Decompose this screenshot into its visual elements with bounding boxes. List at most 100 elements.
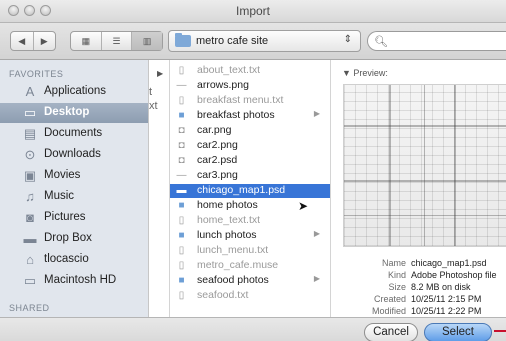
list-item[interactable]: ■ breakfast photos ▶ xyxy=(170,109,330,123)
hard-drive-icon: ▭ xyxy=(23,273,37,288)
info-value: 10/25/11 2:15 PM xyxy=(411,294,482,304)
mouse-cursor-icon: ➤ xyxy=(297,199,308,213)
list-item[interactable]: ■ home photos ➤ xyxy=(170,199,330,213)
applications-icon: A xyxy=(25,84,35,99)
disclosure-arrow-icon: ▶ xyxy=(313,109,320,118)
file-list-column: ▯ about_text.txt — arrows.png ▯ breakfas… xyxy=(170,60,331,317)
map-road xyxy=(424,85,425,246)
info-key: Size xyxy=(388,282,406,292)
folder-icon: ▬ xyxy=(23,231,37,246)
image-file-icon: — xyxy=(176,80,187,91)
search-field[interactable]: 🔍︎ xyxy=(367,31,506,51)
preview-label-text: Preview: xyxy=(353,68,388,78)
sidebar-item-label: tlocascio xyxy=(44,253,89,265)
toolbar: ◀ ▶ ▦ ☰ ▥ metro cafe site ⇕ 🔍︎ xyxy=(0,23,506,60)
sidebar-item-desktop[interactable]: ▭ Desktop xyxy=(0,103,148,123)
file-name: home photos xyxy=(197,199,258,211)
file-name: car.png xyxy=(197,124,232,136)
preview-label: ▼ Preview: xyxy=(342,68,388,78)
view-mode-control: ▦ ☰ ▥ xyxy=(70,31,163,51)
icon-view-button[interactable]: ▦ xyxy=(71,32,102,50)
image-file-icon: ◘ xyxy=(178,125,185,136)
import-dialog: Import ◀ ▶ ▦ ☰ ▥ metro cafe site ⇕ 🔍︎ FA… xyxy=(0,0,506,341)
list-item[interactable]: ◘ car2.psd xyxy=(170,154,330,168)
sidebar-item-label: Documents xyxy=(44,127,103,139)
disclosure-arrow-icon: ▶ xyxy=(313,274,320,283)
file-name: seafood.txt xyxy=(197,289,249,301)
parent-column: t xt ▶ xyxy=(149,60,170,317)
list-item-selected[interactable]: ▬ chicago_map1.psd xyxy=(170,184,330,198)
map-road xyxy=(344,125,506,127)
select-button[interactable]: Select xyxy=(424,323,492,341)
file-name: car3.png xyxy=(197,169,238,181)
list-item[interactable]: ▯ about_text.txt xyxy=(170,64,330,78)
muse-file-icon: ▯ xyxy=(178,260,185,271)
truncated-item[interactable]: xt xyxy=(149,100,158,112)
documents-icon: ▤ xyxy=(23,126,37,141)
sidebar-item-pictures[interactable]: ◙ Pictures xyxy=(0,208,148,228)
list-item[interactable]: ▯ seafood.txt xyxy=(170,289,330,303)
info-key: Kind xyxy=(387,270,406,280)
forward-button[interactable]: ▶ xyxy=(34,32,56,50)
sidebar-item-applications[interactable]: A Applications xyxy=(0,82,148,102)
info-value: chicago_map1.psd xyxy=(411,258,487,268)
sidebar-item-label: Applications xyxy=(44,85,107,97)
navigation-buttons: ◀ ▶ xyxy=(10,31,56,51)
sidebar-item-movies[interactable]: ▣ Movies xyxy=(0,166,148,186)
sidebar-item-documents[interactable]: ▤ Documents xyxy=(0,124,148,144)
location-popup[interactable]: metro cafe site ⇕ xyxy=(168,30,361,52)
list-view-button[interactable]: ☰ xyxy=(102,32,133,50)
info-value: 10/25/11 2:22 PM xyxy=(411,306,482,316)
info-key: Modified xyxy=(371,306,406,316)
file-name: lunch_menu.txt xyxy=(197,244,269,256)
file-name: car2.png xyxy=(197,139,238,151)
photoshop-file-icon: ▬ xyxy=(176,185,187,196)
map-road xyxy=(344,180,506,182)
forward-icon: ▶ xyxy=(40,35,48,46)
list-item[interactable]: ■ lunch photos ▶ xyxy=(170,229,330,243)
sidebar-item-downloads[interactable]: ⊙ Downloads xyxy=(0,145,148,165)
sidebar-item-tlocascio[interactable]: ⌂ tlocascio xyxy=(0,250,148,270)
file-name: car2.psd xyxy=(197,154,238,166)
list-item[interactable]: ◘ car.png xyxy=(170,124,330,138)
image-file-icon: ◘ xyxy=(178,140,185,151)
file-name: chicago_map1.psd xyxy=(197,184,286,196)
text-file-icon: ▯ xyxy=(178,245,185,256)
sidebar-item-label: Music xyxy=(44,190,75,202)
sidebar-item-label: Drop Box xyxy=(44,232,92,244)
sidebar-item-label: Macintosh HD xyxy=(44,274,117,286)
list-item[interactable]: ▯ lunch_menu.txt xyxy=(170,244,330,258)
folder-icon: ■ xyxy=(178,230,185,241)
column-view-icon: ▥ xyxy=(142,35,152,46)
location-label: metro cafe site xyxy=(196,35,269,47)
back-button[interactable]: ◀ xyxy=(11,32,34,50)
info-value: 8.2 MB on disk xyxy=(411,282,471,292)
list-item[interactable]: ◘ car2.png xyxy=(170,139,330,153)
annotation-line xyxy=(494,330,506,332)
file-name: about_text.txt xyxy=(197,64,261,76)
list-item[interactable]: ▯ metro_cafe.muse xyxy=(170,259,330,273)
file-name: lunch photos xyxy=(197,229,257,241)
list-item[interactable]: — car3.png xyxy=(170,169,330,183)
truncated-item[interactable]: t xyxy=(149,86,152,98)
list-item[interactable]: ▯ breakfast menu.txt xyxy=(170,94,330,108)
column-view-button[interactable]: ▥ xyxy=(132,32,163,50)
text-file-icon: ▯ xyxy=(178,95,185,106)
file-name: home_text.txt xyxy=(197,214,261,226)
cancel-button[interactable]: Cancel xyxy=(364,323,418,341)
list-item[interactable]: — arrows.png xyxy=(170,79,330,93)
sidebar-item-drop-box[interactable]: ▬ Drop Box xyxy=(0,229,148,249)
info-key: Name xyxy=(381,258,406,268)
info-value: Adobe Photoshop file xyxy=(411,270,497,280)
disclosure-arrow-icon: ▶ xyxy=(313,229,320,238)
icon-view-icon: ▦ xyxy=(81,35,91,46)
sidebar-item-label: Movies xyxy=(44,169,81,181)
list-item[interactable]: ■ seafood photos ▶ xyxy=(170,274,330,288)
sidebar-item-macintosh-hd[interactable]: ▭ Macintosh HD xyxy=(0,271,148,291)
shared-heading: SHARED xyxy=(9,303,50,313)
favorites-heading: FAVORITES xyxy=(9,69,64,79)
list-item[interactable]: ▯ home_text.txt xyxy=(170,214,330,228)
sidebar-item-music[interactable]: ♫ Music xyxy=(0,187,148,207)
image-file-icon: ◘ xyxy=(178,155,185,166)
dialog-button-bar: Cancel Select xyxy=(0,317,506,341)
